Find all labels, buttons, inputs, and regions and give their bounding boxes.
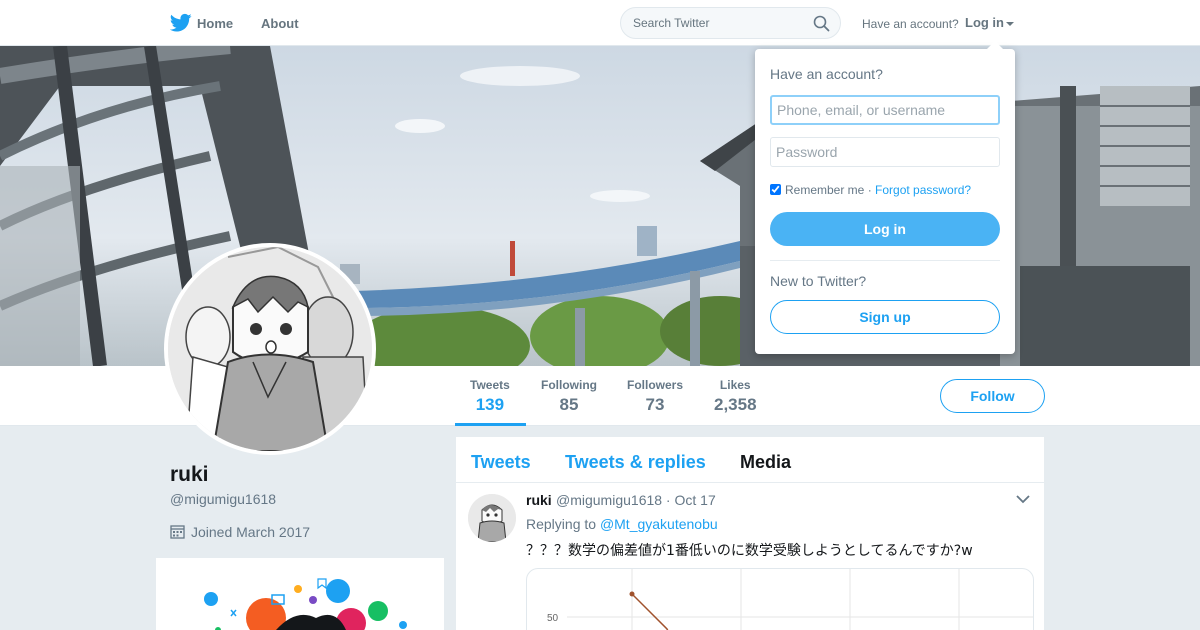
stat-value: 73 [645, 395, 665, 414]
stat-likes[interactable]: Likes 2,358 [714, 378, 757, 415]
stat-value: 85 [559, 395, 579, 414]
username-field[interactable] [770, 95, 1000, 125]
password-field[interactable] [770, 137, 1000, 167]
tab-tweets-and-replies[interactable]: Tweets & replies [565, 452, 706, 473]
tweet[interactable]: ruki @migumigu1618 · Oct 17 Replying to … [456, 484, 1044, 630]
joined-text: Joined March 2017 [191, 524, 311, 540]
forgot-password-link[interactable]: Forgot password? [875, 183, 971, 197]
replying-to-link[interactable]: @Mt_gyakutenobu [600, 516, 718, 532]
profile-avatar[interactable] [164, 243, 376, 455]
tweet-media-chart[interactable]: 50 [526, 568, 1034, 630]
remember-row: Remember me · Forgot password? [770, 183, 971, 197]
avatar-illustration [168, 247, 372, 451]
calendar-icon [170, 525, 185, 539]
chevron-down-icon [1006, 21, 1014, 26]
stat-tweets[interactable]: Tweets 139 [470, 378, 510, 415]
stat-label: Following [541, 378, 597, 392]
top-navigation-bar: Home About Have an account? Log in [0, 0, 1200, 46]
chart-tick-label: 50 [547, 613, 559, 624]
nav-about-link[interactable]: About [261, 16, 299, 31]
stat-followers[interactable]: Followers 73 [627, 378, 683, 415]
timeline: Tweets Tweets & replies Media ruki @migu… [456, 437, 1044, 630]
tab-media[interactable]: Media [740, 452, 791, 473]
signup-button[interactable]: Sign up [770, 300, 1000, 334]
tweet-meta: @migumigu1618 · Oct 17 [556, 492, 716, 508]
stat-value: 139 [475, 395, 505, 414]
chart-image: 50 [547, 569, 1033, 630]
promo-card[interactable] [156, 558, 444, 630]
active-stat-indicator [455, 423, 526, 426]
twitter-bird-icon[interactable] [170, 13, 192, 33]
have-account-text: Have an account? [862, 17, 959, 31]
nav-home-link[interactable]: Home [197, 16, 233, 31]
login-button[interactable]: Log in [770, 212, 1000, 246]
separator: · [864, 183, 876, 197]
dropdown-title: Have an account? [770, 66, 883, 82]
stat-label: Likes [719, 378, 751, 392]
divider [770, 260, 1000, 261]
stat-label: Tweets [470, 378, 510, 392]
stat-label: Followers [627, 378, 684, 392]
tweet-handle[interactable]: @migumigu1618 [556, 492, 662, 508]
search-icon[interactable] [813, 15, 830, 32]
tweet-avatar[interactable] [468, 494, 516, 542]
tweet-author-name[interactable]: ruki [526, 492, 552, 508]
tab-tweets[interactable]: Tweets [471, 452, 531, 473]
chevron-down-icon[interactable] [1016, 494, 1030, 504]
tweet-avatar-illustration [468, 494, 516, 542]
replying-to: Replying to @Mt_gyakutenobu [526, 516, 718, 532]
login-toggle-label: Log in [965, 15, 1004, 30]
login-dropdown-toggle[interactable]: Log in [965, 15, 1014, 30]
promo-illustration [204, 578, 407, 630]
new-to-twitter-text: New to Twitter? [770, 273, 867, 289]
stat-following[interactable]: Following 85 [541, 378, 597, 415]
remember-me-checkbox[interactable] [770, 184, 781, 195]
tweet-date[interactable]: Oct 17 [675, 492, 716, 508]
login-dropdown: Have an account? Remember me · Forgot pa… [755, 41, 1015, 354]
tweet-text: ？？？数学の偏差値が1番低いのに数学受験しようとしてるんですか?w [526, 543, 973, 559]
search-box[interactable] [620, 7, 841, 39]
profile-handle[interactable]: @migumigu1618 [170, 491, 276, 507]
timeline-tabs: Tweets Tweets & replies Media [456, 437, 1044, 483]
profile-name[interactable]: ruki [170, 463, 209, 487]
search-input[interactable] [633, 16, 803, 30]
follow-button[interactable]: Follow [940, 379, 1045, 413]
remember-label[interactable]: Remember me [785, 183, 864, 197]
joined-date: Joined March 2017 [170, 524, 310, 540]
replying-prefix: Replying to [526, 516, 597, 532]
stat-value: 2,358 [714, 395, 757, 414]
